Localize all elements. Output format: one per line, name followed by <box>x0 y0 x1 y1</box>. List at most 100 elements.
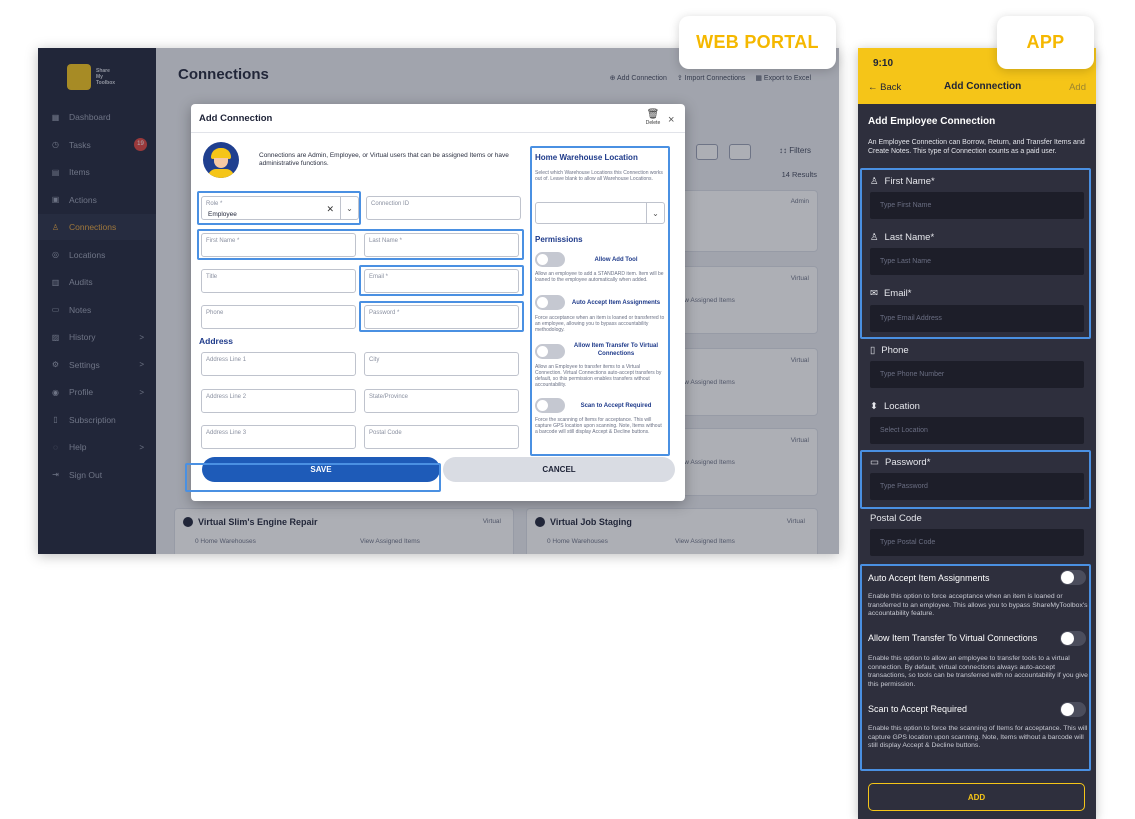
location-select[interactable]: Select Location <box>870 417 1084 444</box>
web-portal-badge: WEB PORTAL <box>679 16 836 69</box>
modal-title: Add Connection <box>199 113 273 124</box>
last-name-input[interactable]: Type Last Name <box>870 248 1084 275</box>
trash-icon: 🗑 <box>646 109 660 120</box>
form-heading: Add Employee Connection <box>868 116 996 127</box>
address-line-3-field[interactable]: Address Line 3 <box>201 425 356 449</box>
postal-code-label: Postal Code <box>369 430 402 436</box>
location-label: ⬍ Location <box>870 401 920 412</box>
allow-add-tool-label: Allow Add Tool <box>594 257 638 263</box>
scan-to-accept-label: Scan to Accept Required <box>580 403 652 409</box>
first-name-label: ♙ First Name* <box>870 176 935 187</box>
auto-accept-description: Force acceptance when an item is loaned … <box>535 315 665 333</box>
scan-to-accept-toggle[interactable] <box>1060 702 1086 717</box>
postal-code-field[interactable]: Postal Code <box>364 425 519 449</box>
city-field[interactable]: City <box>364 352 519 376</box>
scan-to-accept-label: Scan to Accept Required <box>868 704 968 714</box>
allow-transfer-virtual-toggle[interactable] <box>535 344 565 359</box>
address-line-3-label: Address Line 3 <box>206 430 247 436</box>
first-name-label-text: First Name* <box>884 176 935 187</box>
allow-transfer-virtual-description: Allow an Employee to transfer items to a… <box>535 364 662 388</box>
first-name-input[interactable]: Type First Name <box>870 192 1084 219</box>
face-shape <box>214 158 228 168</box>
intro-text: Connections are Admin, Employee, or Virt… <box>259 152 509 167</box>
allow-transfer-virtual-label: Allow Item Transfer To Virtual Connectio… <box>573 343 659 357</box>
role-highlight <box>197 191 361 225</box>
email-label: ✉ Email* <box>870 288 911 299</box>
permissions-heading: Permissions <box>535 235 583 244</box>
allow-transfer-virtual-description: Enable this option to allow an employee … <box>868 655 1088 688</box>
password-highlight <box>359 301 524 332</box>
app-badge: APP <box>997 16 1094 69</box>
email-highlight <box>359 265 524 296</box>
warehouse-description: Select which Warehouse Locations this Co… <box>535 170 663 182</box>
add-button[interactable]: ADD <box>868 783 1085 811</box>
email-label-text: Email* <box>883 288 912 299</box>
auto-accept-label: Auto Accept Item Assignments <box>571 300 661 306</box>
postal-code-label-text: Postal Code <box>870 513 922 524</box>
divider <box>191 132 685 133</box>
canvas: Share My Toolbox ▦ Dashboard ◷ Tasks 19 ▤ Item… <box>0 0 1135 819</box>
scan-to-accept-description: Force the scanning of Items for acceptan… <box>535 417 662 435</box>
phone-label: Phone <box>206 310 224 316</box>
allow-transfer-virtual-toggle[interactable] <box>1060 631 1086 646</box>
user-icon: ♙ <box>870 176 879 187</box>
cancel-button[interactable]: CANCEL <box>443 457 675 482</box>
delete-label: Delete <box>645 120 661 126</box>
password-icon: ▭ <box>870 457 879 468</box>
password-label: ▭ Password* <box>870 457 930 468</box>
postal-code-label: Postal Code <box>870 513 922 524</box>
form-description: An Employee Connection can Borrow, Retur… <box>868 139 1085 155</box>
allow-add-tool-toggle[interactable] <box>535 252 565 267</box>
warehouse-heading: Home Warehouse Location <box>535 153 638 162</box>
web-portal-window: Share My Toolbox ▦ Dashboard ◷ Tasks 19 ▤ Item… <box>38 48 839 554</box>
user-icon: ♙ <box>870 232 879 243</box>
title-label: Title <box>206 274 218 280</box>
back-button[interactable]: ← Back <box>868 82 901 93</box>
app-title: Add Connection <box>944 81 1022 92</box>
save-highlight <box>185 463 441 492</box>
address-line-2-label: Address Line 2 <box>206 394 247 400</box>
body-shape <box>208 169 234 178</box>
address-line-2-field[interactable]: Address Line 2 <box>201 389 356 413</box>
sort-icon: ⬍ <box>870 401 878 412</box>
warehouse-select[interactable]: ⌄ <box>535 202 665 224</box>
password-input[interactable]: Type Password <box>870 473 1084 500</box>
state-field[interactable]: State/Province <box>364 389 519 413</box>
mail-icon: ✉ <box>870 288 878 299</box>
scan-to-accept-toggle[interactable] <box>535 398 565 413</box>
connection-id-label: Connection ID <box>371 201 410 207</box>
email-input[interactable]: Type Email Address <box>870 305 1084 332</box>
worker-avatar <box>203 142 239 178</box>
address-line-1-field[interactable]: Address Line 1 <box>201 352 356 376</box>
connection-id-field[interactable]: Connection ID <box>366 196 521 220</box>
phone-icon: ▯ <box>870 345 876 356</box>
chevron-down-icon[interactable]: ⌄ <box>646 203 664 223</box>
add-connection-modal: Add Connection 🗑 Delete × Connections ar… <box>191 104 685 501</box>
status-time: 9:10 <box>873 58 894 69</box>
city-label: City <box>369 357 380 363</box>
auto-accept-toggle[interactable] <box>535 295 565 310</box>
permissions-panel: Home Warehouse Location Select which War… <box>530 146 670 456</box>
location-label-text: Location <box>883 401 920 412</box>
last-name-label: ♙ Last Name* <box>870 232 934 243</box>
close-icon[interactable]: × <box>668 114 674 126</box>
scan-to-accept-description: Enable this option to force the scanning… <box>868 725 1088 749</box>
address-line-1-label: Address Line 1 <box>206 357 247 363</box>
name-highlight <box>197 229 524 260</box>
mobile-app-screen: 9:10 ← Back Add Connection Add Add Emplo… <box>858 48 1096 819</box>
delete-button[interactable]: 🗑 Delete <box>643 109 663 126</box>
password-label-text: Password* <box>884 457 931 468</box>
title-field[interactable]: Title <box>201 269 356 293</box>
postal-code-input[interactable]: Type Postal Code <box>870 529 1084 556</box>
phone-input[interactable]: Type Phone Number <box>870 361 1084 388</box>
state-label: State/Province <box>369 394 409 400</box>
phone-label-text: Phone <box>881 345 909 356</box>
allow-add-tool-description: Allow an employee to add a STANDARD item… <box>535 271 664 283</box>
phone-label: ▯ Phone <box>870 345 909 356</box>
phone-field[interactable]: Phone <box>201 305 356 329</box>
header-add-button[interactable]: Add <box>1069 82 1086 93</box>
last-name-label-text: Last Name* <box>884 232 935 243</box>
auto-accept-toggle[interactable] <box>1060 570 1086 585</box>
allow-transfer-virtual-label: Allow Item Transfer To Virtual Connectio… <box>868 633 1038 643</box>
address-heading: Address <box>199 336 234 346</box>
